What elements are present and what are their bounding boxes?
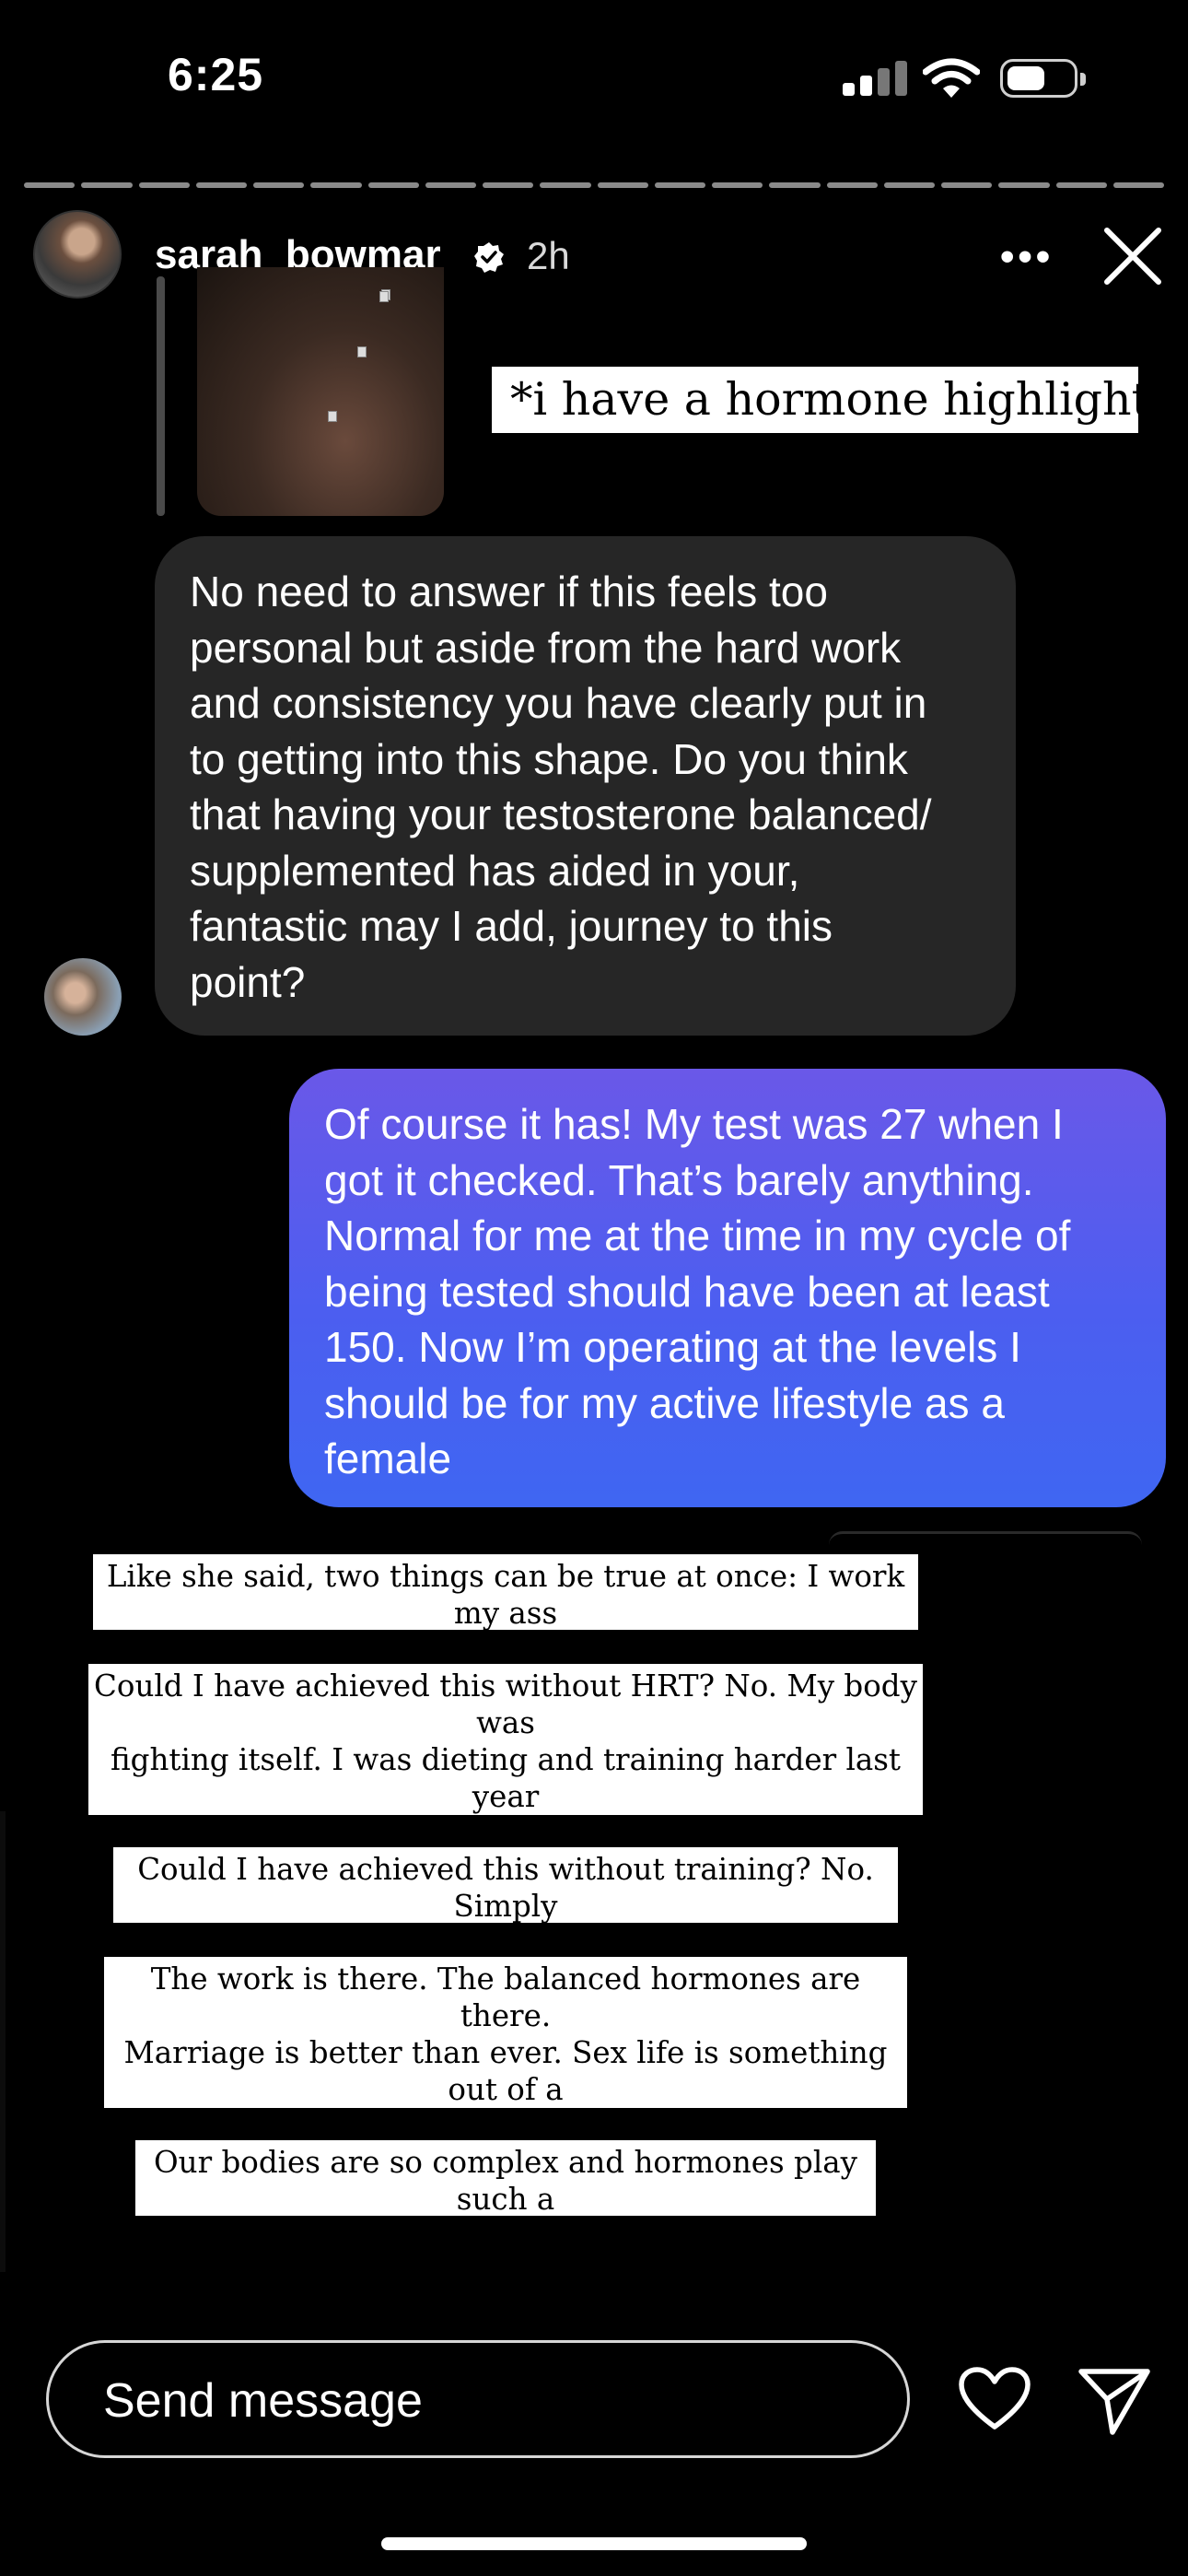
progress-segment xyxy=(998,182,1050,188)
progress-segment xyxy=(1112,182,1164,188)
highlight-caption: *i have a hormone highlight xyxy=(492,367,1149,433)
wifi-icon xyxy=(923,58,980,98)
progress-segment xyxy=(540,182,591,188)
text-sticker: Like she said, two things can be true at… xyxy=(93,1554,918,1668)
progress-segment xyxy=(769,182,821,188)
post-time: 2h xyxy=(527,234,570,277)
status-time: 6:25 xyxy=(168,49,264,100)
progress-segment xyxy=(941,182,993,188)
next-bubble-edge xyxy=(829,1531,1142,1545)
progress-segment xyxy=(253,182,305,188)
outgoing-message-bubble: Of course it has! My test was 27 when I … xyxy=(289,1069,1166,1507)
verified-badge-icon xyxy=(474,242,504,273)
screen-edge-shadow xyxy=(0,1811,6,2272)
progress-segment xyxy=(654,182,705,188)
incoming-message-bubble: No need to answer if this feels too pers… xyxy=(155,536,1016,1036)
heart-icon[interactable] xyxy=(958,2366,1031,2432)
reply-story-thumbnail[interactable] xyxy=(197,267,444,516)
text-sticker: Could I have achieved this without train… xyxy=(113,1847,898,1961)
progress-segment xyxy=(1055,182,1107,188)
text-sticker: Could I have achieved this without HRT? … xyxy=(88,1664,923,1925)
battery-icon xyxy=(1000,59,1086,98)
progress-segment xyxy=(425,182,476,188)
text-sticker: The work is there. The balanced hormones… xyxy=(104,1957,907,2254)
progress-segment xyxy=(310,182,362,188)
progress-segment xyxy=(367,182,419,188)
home-indicator xyxy=(381,2537,807,2550)
progress-segment xyxy=(138,182,190,188)
sender-avatar xyxy=(44,958,122,1036)
progress-segment xyxy=(712,182,763,188)
progress-segment xyxy=(883,182,935,188)
progress-segment xyxy=(483,182,534,188)
progress-segment xyxy=(597,182,648,188)
close-icon[interactable] xyxy=(1101,225,1164,287)
reply-quote-bar xyxy=(157,276,165,516)
text-sticker: Our bodies are so complex and hormones p… xyxy=(135,2140,876,2254)
send-icon[interactable] xyxy=(1076,2364,1153,2438)
send-message-placeholder: Send message xyxy=(103,2374,423,2428)
progress-segment xyxy=(81,182,133,188)
avatar[interactable] xyxy=(33,210,122,299)
signal-icon xyxy=(843,61,913,96)
more-icon[interactable]: ••• xyxy=(1000,234,1054,280)
progress-segment xyxy=(24,182,76,188)
progress-segment xyxy=(826,182,878,188)
progress-segment xyxy=(195,182,247,188)
story-progress-bar xyxy=(24,182,1164,188)
